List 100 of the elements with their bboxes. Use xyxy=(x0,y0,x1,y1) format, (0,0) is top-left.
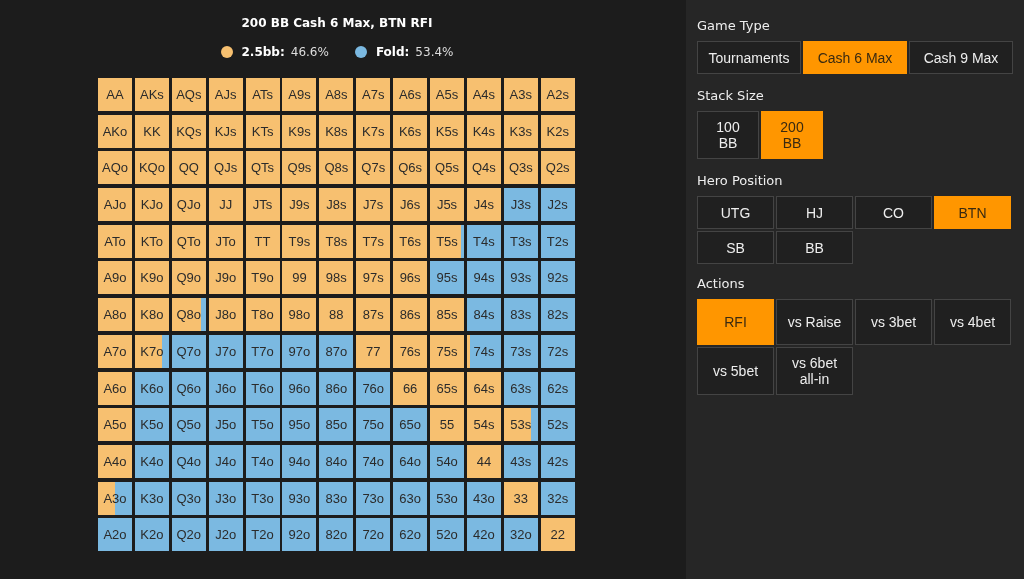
hand-cell: 97s xyxy=(356,261,391,295)
hand-cell: 97o xyxy=(282,334,317,368)
hand-cell: 82s xyxy=(540,298,575,332)
hand-cell: T3s xyxy=(503,224,538,258)
hand-cell: 77 xyxy=(356,334,391,368)
hand-cell: 66 xyxy=(393,371,428,405)
hand-cell: J4s xyxy=(466,188,501,222)
hand-cell: K3s xyxy=(503,114,538,148)
hand-cell: 54o xyxy=(430,444,464,478)
option-button[interactable]: vs 4bet xyxy=(934,299,1011,345)
hand-cell: K8s xyxy=(319,114,354,148)
hand-cell: 94o xyxy=(282,444,317,478)
hand-label: 53s xyxy=(510,417,532,433)
hand-cell: Q9s xyxy=(282,151,317,185)
hand-cell: T4s xyxy=(466,224,501,258)
hand-cell: J4o xyxy=(208,444,243,478)
hand-cell: 52s xyxy=(540,408,575,442)
hand-cell: J8s xyxy=(319,188,354,222)
hand-cell: A8s xyxy=(319,78,354,111)
hand-cell: Q7s xyxy=(356,151,391,185)
hand-cell: 98o xyxy=(282,298,317,332)
hand-cell: 52o xyxy=(430,518,464,552)
hand-cell: KJs xyxy=(208,114,243,148)
hand-cell: AQo xyxy=(98,151,132,185)
hand-cell: T9o xyxy=(245,261,280,295)
hand-cell: Q4o xyxy=(171,444,206,478)
hand-cell: T5o xyxy=(245,408,280,442)
hand-cell: 87s xyxy=(356,298,391,332)
hand-cell: QJs xyxy=(208,151,243,185)
hand-cell: QTo xyxy=(171,224,206,258)
option-button[interactable]: 200 BB xyxy=(761,111,823,159)
option-button[interactable]: 100 BB xyxy=(697,111,759,159)
option-button[interactable]: CO xyxy=(855,196,932,229)
option-button[interactable]: vs 5bet xyxy=(697,347,774,395)
hand-cell: K2o xyxy=(134,518,169,552)
hand-cell: 64s xyxy=(466,371,501,405)
hand-cell: J5o xyxy=(208,408,243,442)
option-button[interactable]: RFI xyxy=(697,299,774,345)
option-button[interactable]: vs 3bet xyxy=(855,299,932,345)
hand-cell: T8s xyxy=(319,224,354,258)
hand-cell: 72o xyxy=(356,518,391,552)
hand-cell: 93o xyxy=(282,481,317,515)
hand-cell: A9o xyxy=(98,261,132,295)
hand-cell: J5s xyxy=(430,188,464,222)
hand-cell: 96s xyxy=(393,261,428,295)
hand-cell: Q6o xyxy=(171,371,206,405)
option-button[interactable]: vs Raise xyxy=(776,299,853,345)
option-button[interactable]: UTG xyxy=(697,196,774,229)
option-button[interactable]: BB xyxy=(776,231,853,264)
hand-cell: 62o xyxy=(393,518,428,552)
hand-cell: KTs xyxy=(245,114,280,148)
chart-title: 200 BB Cash 6 Max, BTN RFI xyxy=(241,16,433,30)
section-heading: Game Type xyxy=(697,18,771,33)
option-button[interactable]: Tournaments xyxy=(697,41,801,74)
hand-cell: 72s xyxy=(540,334,575,368)
hand-cell: A5s xyxy=(430,78,464,111)
hand-cell: Q4s xyxy=(466,151,501,185)
hand-cell: 76o xyxy=(356,371,391,405)
hand-cell: A3s xyxy=(503,78,538,111)
hand-cell: T6o xyxy=(245,371,280,405)
hand-cell: 65s xyxy=(430,371,464,405)
hand-cell: J2o xyxy=(208,518,243,552)
hand-cell: 74o xyxy=(356,444,391,478)
hand-cell: K6o xyxy=(134,371,169,405)
hand-cell: J6s xyxy=(393,188,428,222)
hand-cell: 42s xyxy=(540,444,575,478)
option-button[interactable]: BTN xyxy=(934,196,1011,229)
legend-value: 53.4% xyxy=(415,45,454,59)
hand-cell: 55 xyxy=(430,408,464,442)
hand-cell: 64o xyxy=(393,444,428,478)
hand-cell: Q2o xyxy=(171,518,206,552)
hand-cell: Q9o xyxy=(171,261,206,295)
option-button[interactable]: HJ xyxy=(776,196,853,229)
hand-cell: 88 xyxy=(319,298,354,332)
hand-cell: K7s xyxy=(356,114,391,148)
hand-cell: K4s xyxy=(466,114,501,148)
hand-cell: T4o xyxy=(245,444,280,478)
hand-cell: 96o xyxy=(282,371,317,405)
hand-cell: 83s xyxy=(503,298,538,332)
section-heading: Stack Size xyxy=(697,88,765,103)
hand-cell: 93s xyxy=(503,261,538,295)
hand-cell: K3o xyxy=(134,481,169,515)
hand-cell: 92s xyxy=(540,261,575,295)
hand-cell: 73s xyxy=(503,334,538,368)
hand-cell: 32o xyxy=(503,518,538,552)
hand-cell: ATo xyxy=(98,224,132,258)
hand-cell: 84o xyxy=(319,444,354,478)
option-button[interactable]: Cash 6 Max xyxy=(803,41,907,74)
hand-cell: 75o xyxy=(356,408,391,442)
hand-cell: T2s xyxy=(540,224,575,258)
option-button[interactable]: SB xyxy=(697,231,774,264)
option-button[interactable]: Cash 9 Max xyxy=(909,41,1013,74)
hand-cell: JJ xyxy=(208,188,243,222)
hand-cell: 95o xyxy=(282,408,317,442)
hand-cell: QTs xyxy=(245,151,280,185)
hand-cell: A9s xyxy=(282,78,317,111)
hand-cell: J7s xyxy=(356,188,391,222)
option-button[interactable]: vs 6bet all-in xyxy=(776,347,853,395)
hand-cell: A4o xyxy=(98,444,132,478)
hand-cell: K9o xyxy=(134,261,169,295)
